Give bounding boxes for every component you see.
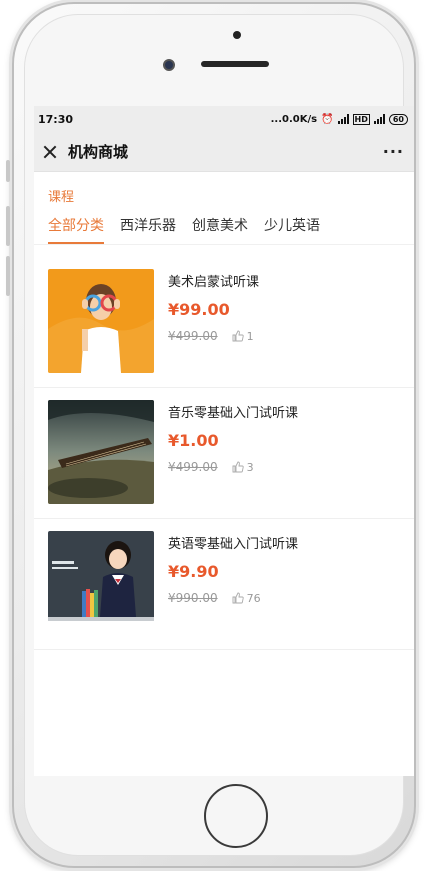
battery-icon: 60 bbox=[388, 113, 408, 125]
status-bar: 17:30 ...0.0K/s ⏰ HD 60 bbox=[34, 106, 414, 132]
course-name: 音乐零基础入门试听课 bbox=[168, 406, 299, 421]
alarm-icon: ⏰ bbox=[321, 113, 334, 125]
signal-icon bbox=[337, 114, 349, 124]
tab-western-instruments[interactable]: 西洋乐器 bbox=[120, 215, 176, 244]
volume-up-button bbox=[6, 206, 10, 246]
thumb-up-icon bbox=[232, 461, 244, 473]
page-title: 机构商城 bbox=[68, 143, 129, 161]
hd-icon: HD bbox=[352, 113, 370, 125]
more-icon[interactable]: ··· bbox=[383, 142, 404, 161]
course-info: 英语零基础入门试听课 ¥9.90 ¥990.00 76 bbox=[168, 531, 298, 635]
close-icon[interactable] bbox=[42, 144, 58, 160]
tab-all[interactable]: 全部分类 bbox=[48, 215, 104, 244]
course-item[interactable]: 美术启蒙试听课 ¥99.00 ¥499.00 1 bbox=[34, 257, 414, 388]
course-meta: ¥499.00 1 bbox=[168, 329, 259, 343]
course-item[interactable]: 音乐零基础入门试听课 ¥1.00 ¥499.00 3 bbox=[34, 388, 414, 519]
course-price: ¥1.00 bbox=[168, 431, 219, 450]
original-price: ¥499.00 bbox=[168, 329, 218, 343]
course-info: 音乐零基础入门试听课 ¥1.00 ¥499.00 3 bbox=[168, 400, 298, 504]
course-price: ¥99.00 bbox=[168, 300, 230, 319]
likes: 3 bbox=[232, 461, 254, 474]
thumb-up-icon bbox=[232, 592, 244, 604]
likes: 76 bbox=[232, 592, 261, 605]
home-button[interactable] bbox=[204, 784, 268, 848]
category-tabs: 全部分类 西洋乐器 创意美术 少儿英语 bbox=[34, 215, 414, 245]
front-camera bbox=[163, 59, 175, 71]
girl-with-books-image bbox=[48, 531, 154, 635]
original-price: ¥499.00 bbox=[168, 460, 218, 474]
tab-creative-art[interactable]: 创意美术 bbox=[192, 215, 248, 244]
course-list: 美术启蒙试听课 ¥99.00 ¥499.00 1 音乐零基础入门试听课 ¥1.0… bbox=[34, 257, 414, 650]
course-thumbnail bbox=[48, 269, 154, 373]
section-label: 课程 bbox=[48, 190, 75, 205]
guitar-bridge-landscape-image bbox=[48, 400, 154, 504]
like-count: 1 bbox=[246, 329, 254, 343]
course-info: 美术启蒙试听课 ¥99.00 ¥499.00 1 bbox=[168, 269, 259, 373]
volume-down-button bbox=[6, 256, 10, 296]
proximity-sensor bbox=[233, 31, 241, 39]
status-time: 17:30 bbox=[38, 112, 74, 126]
status-icons: ...0.0K/s ⏰ HD 60 bbox=[270, 113, 408, 125]
signal-4g-icon bbox=[373, 114, 385, 124]
girl-with-paint-glasses-image bbox=[48, 269, 154, 373]
course-price: ¥9.90 bbox=[168, 562, 219, 581]
like-count: 3 bbox=[246, 460, 254, 474]
course-thumbnail bbox=[48, 400, 154, 504]
screen: 17:30 ...0.0K/s ⏰ HD 60 机构商城 ··· 课程 全部分类… bbox=[34, 106, 414, 776]
course-name: 美术启蒙试听课 bbox=[168, 275, 260, 290]
nav-bar: 机构商城 ··· bbox=[34, 132, 414, 172]
course-meta: ¥499.00 3 bbox=[168, 460, 298, 474]
like-count: 76 bbox=[246, 591, 261, 605]
original-price: ¥990.00 bbox=[168, 591, 218, 605]
thumb-up-icon bbox=[232, 330, 244, 342]
course-meta: ¥990.00 76 bbox=[168, 591, 298, 605]
network-speed: ...0.0K/s bbox=[270, 113, 318, 125]
course-name: 英语零基础入门试听课 bbox=[168, 537, 299, 552]
likes: 1 bbox=[232, 330, 254, 343]
course-item[interactable]: 英语零基础入门试听课 ¥9.90 ¥990.00 76 bbox=[34, 519, 414, 650]
mute-switch bbox=[6, 160, 10, 182]
earpiece-speaker bbox=[201, 61, 269, 67]
course-thumbnail bbox=[48, 531, 154, 635]
tab-kids-english[interactable]: 少儿英语 bbox=[264, 215, 320, 244]
